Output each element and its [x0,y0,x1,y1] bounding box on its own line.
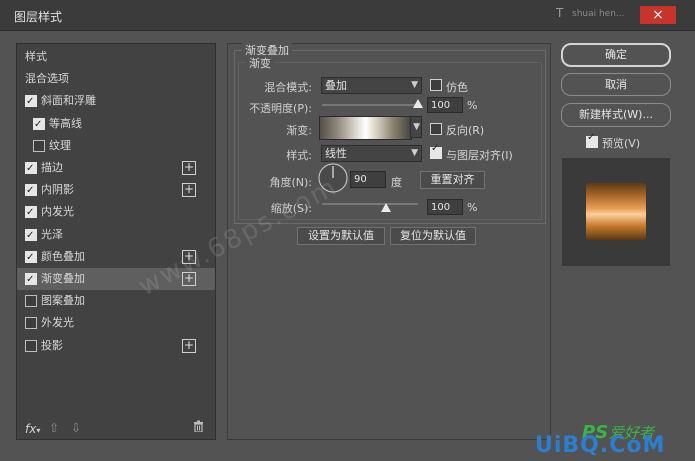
move-up-icon[interactable]: ⇧ [49,421,59,435]
style-item-label: 渐变叠加 [41,272,85,285]
add-effect-icon[interactable]: + [182,338,196,353]
align-with-layer-checkbox[interactable] [430,143,442,159]
style-item[interactable]: 投影 + [17,335,215,357]
preview-swatch [586,183,646,240]
background-tab-text: shuai hen... [572,9,625,19]
scale-slider-track[interactable] [322,203,418,205]
angle-input[interactable]: 90 [350,171,386,188]
angle-unit: 度 [391,176,402,189]
style-item[interactable]: 等高线 [17,113,215,136]
style-select[interactable]: 线性 ▼ [321,145,422,162]
style-item-checkbox[interactable] [25,269,37,291]
style-item-label: 斜面和浮雕 [41,94,96,108]
style-item-checkbox[interactable] [25,317,37,330]
opacity-slider-thumb[interactable] [413,99,423,108]
style-item-label: 外发光 [41,316,74,330]
reverse-label: 反向(R) [446,124,485,137]
style-item-checkbox[interactable] [25,295,37,308]
style-item-checkbox[interactable] [25,247,37,269]
style-item-checkbox[interactable] [25,339,37,352]
new-style-button[interactable]: 新建样式(W)... [561,103,671,127]
cancel-button[interactable]: 取消 [561,73,671,96]
chevron-down-icon: ▼ [413,122,420,132]
style-item-checkbox[interactable] [25,180,37,202]
style-item-label: 颜色叠加 [41,249,85,263]
style-item[interactable]: 图案叠加 [17,290,215,312]
opacity-input[interactable]: 100 [427,97,463,113]
gradient-swatch[interactable] [319,116,412,140]
style-item[interactable]: 光泽 [17,224,215,247]
style-item-label: 内阴影 [41,183,74,197]
style-item-checkbox[interactable] [33,139,45,152]
gradient-label: 渐变: [286,124,312,137]
make-default-button[interactable]: 设置为默认值 [297,227,385,245]
dialog-title: 图层样式 [14,10,63,24]
dither-label: 仿色 [446,81,468,94]
ok-button[interactable]: 确定 [561,43,671,67]
style-item-checkbox[interactable] [25,158,37,180]
gradient-picker-button[interactable]: ▼ [410,116,422,138]
scale-slider-thumb[interactable] [381,203,392,212]
style-item[interactable]: 内阴影 + [17,179,215,202]
dither-checkbox[interactable] [430,79,442,91]
trash-icon[interactable] [193,420,204,435]
style-item-label: 等高线 [49,116,82,130]
close-button[interactable]: × [640,6,676,24]
style-item[interactable]: 混合选项 [17,68,215,90]
subsection-title: 渐变 [246,55,274,71]
style-label: 样式: [286,149,312,162]
scale-input[interactable]: 100 [427,199,463,215]
style-item[interactable]: 描边 + [17,157,215,180]
blend-mode-label: 混合模式: [264,81,312,94]
brand-url: UiBQ.CoM [535,433,666,458]
style-item-label: 投影 [41,338,63,352]
style-item-checkbox[interactable] [25,91,37,113]
style-item-label: 光泽 [41,227,63,241]
add-effect-icon[interactable]: + [182,183,196,198]
chevron-down-icon: ▼ [411,80,418,90]
scale-percent: % [467,201,478,214]
opacity-percent: % [467,99,478,112]
align-with-layer-label: 与图层对齐(I) [446,149,513,162]
style-item-label: 混合选项 [25,72,69,86]
add-effect-icon[interactable]: + [182,161,196,175]
reverse-checkbox[interactable] [430,123,442,135]
style-item-label: 描边 [41,161,63,174]
opacity-label: 不透明度(P): [249,102,312,115]
style-item[interactable]: 样式 [17,46,215,68]
styles-list-panel: 样式混合选项斜面和浮雕等高线纹理描边+内阴影+内发光光泽颜色叠加+渐变叠加+图案… [16,43,216,440]
opacity-slider-track[interactable] [322,104,418,106]
style-item-label: 内发光 [41,205,74,219]
reset-alignment-button[interactable]: 重置对齐 [420,171,485,189]
style-item[interactable]: 外发光 [17,312,215,334]
style-item[interactable]: 斜面和浮雕 [17,90,215,113]
style-item[interactable]: 内发光 [17,201,215,224]
style-item-label: 样式 [25,50,47,63]
style-item-checkbox[interactable] [25,225,37,247]
preview-label: 预览(V) [602,137,641,150]
reset-to-default-button[interactable]: 复位为默认值 [390,227,476,245]
chevron-down-icon: ▼ [411,148,418,158]
fx-menu-button[interactable]: fx▾ [25,422,40,436]
style-item-checkbox[interactable] [25,202,37,224]
style-item-label: 图案叠加 [41,294,85,308]
style-item[interactable]: 纹理 [17,135,215,157]
move-down-icon[interactable]: ⇩ [71,421,81,435]
style-item-label: 纹理 [49,138,71,152]
style-item-checkbox[interactable] [33,114,45,136]
text-tool-icon: T [556,6,564,20]
preview-checkbox[interactable] [586,132,598,148]
blend-mode-select[interactable]: 叠加 ▼ [321,77,422,94]
